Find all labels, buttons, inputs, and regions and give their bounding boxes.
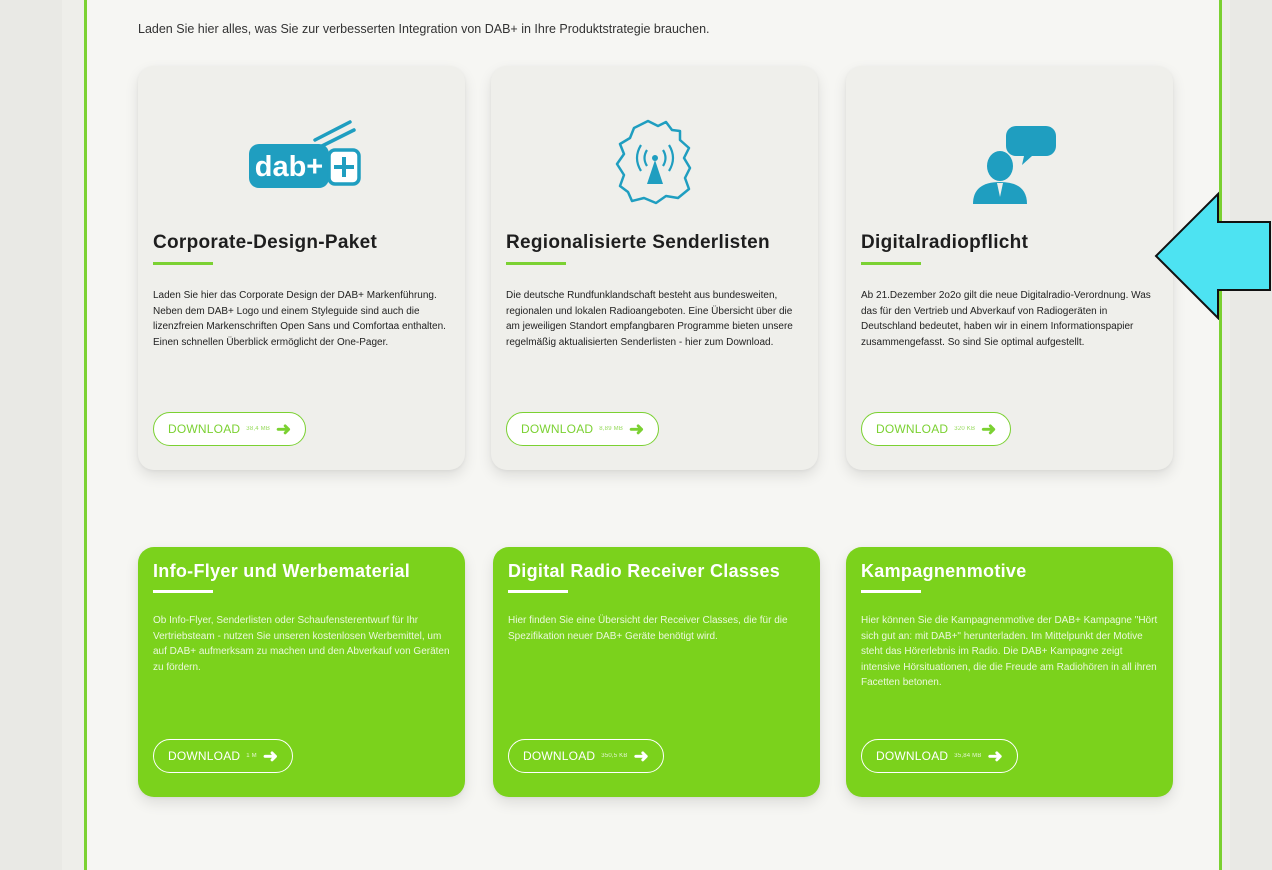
card-corporate-design: dab+ Corporate-Design-Paket Laden Sie hi… <box>138 66 465 470</box>
arrow-right-icon: ➜ <box>262 746 279 766</box>
download-button[interactable]: DOWNLOAD 320 KB ➜ <box>861 412 1012 446</box>
card-description: Hier finden Sie eine Übersicht der Recei… <box>508 615 788 642</box>
card-description: Ob Info-Flyer, Senderlisten oder Schaufe… <box>153 615 450 673</box>
card-title: Digital Radio Receiver Classes <box>508 561 781 581</box>
arrow-right-icon: ➜ <box>981 419 997 439</box>
arrow-right-icon: ➜ <box>276 419 292 439</box>
download-button[interactable]: DOWNLOAD 38,4 MB ➜ <box>153 412 307 446</box>
card-receiver-classes: Digital Radio Receiver Classes Hier find… <box>493 547 820 797</box>
card-description: Hier können Sie die Kampagnenmotive der … <box>861 615 1158 688</box>
download-label: DOWNLOAD <box>523 749 596 763</box>
frame-shade-left <box>62 0 84 870</box>
frame-shade-right <box>1222 0 1230 870</box>
file-size: 38,4 MB <box>246 426 271 432</box>
download-button[interactable]: DOWNLOAD 8,89 MB ➜ <box>506 412 660 446</box>
card-description: Laden Sie hier das Corporate Design der … <box>153 290 446 348</box>
card-senderlisten: Regionalisierte Senderlisten Die deutsch… <box>491 66 818 470</box>
file-size: 8,89 MB <box>599 426 624 432</box>
dab-logo-icon: dab+ <box>138 118 465 202</box>
card-title: Digitalradiopflicht <box>861 232 1029 253</box>
download-label: DOWNLOAD <box>168 422 241 436</box>
card-description: Ab 21.Dezember 2o2o gilt die neue Digita… <box>861 290 1151 348</box>
download-button[interactable]: DOWNLOAD 1 M ➜ <box>153 739 294 773</box>
file-size: 1 M <box>246 753 257 759</box>
germany-map-antenna-icon <box>491 118 818 205</box>
arrow-right-icon: ➜ <box>629 419 645 439</box>
card-digitalradiopflicht: Digitalradiopflicht Ab 21.Dezember 2o2o … <box>846 66 1173 470</box>
card-title: Info-Flyer und Werbematerial <box>153 561 411 581</box>
title-underline <box>508 590 568 593</box>
intro-text: Laden Sie hier alles, was Sie zur verbes… <box>138 22 710 36</box>
title-underline <box>861 262 921 265</box>
page-margin-right <box>1230 0 1272 870</box>
download-button[interactable]: DOWNLOAD 35,84 MB ➜ <box>861 739 1018 773</box>
title-underline <box>506 262 566 265</box>
file-size: 320 KB <box>954 426 976 432</box>
card-title: Kampagnenmotive <box>861 561 1027 581</box>
download-label: DOWNLOAD <box>521 422 594 436</box>
file-size: 35,84 MB <box>954 753 982 759</box>
download-button[interactable]: DOWNLOAD 350,5 KB ➜ <box>508 739 664 773</box>
title-underline <box>153 262 213 265</box>
download-label: DOWNLOAD <box>876 749 949 763</box>
card-info-flyer: Info-Flyer und Werbematerial Ob Info-Fly… <box>138 547 465 797</box>
card-title: Corporate-Design-Paket <box>153 232 378 253</box>
download-label: DOWNLOAD <box>168 749 241 763</box>
download-label: DOWNLOAD <box>876 422 949 436</box>
title-underline <box>153 590 213 593</box>
page-margin-left <box>0 0 62 870</box>
dab-logo-text: dab+ <box>254 151 323 183</box>
pointer-arrow-icon <box>1152 190 1272 325</box>
title-underline <box>861 590 921 593</box>
person-speech-bubble-icon <box>846 118 1173 204</box>
card-title: Regionalisierte Senderlisten <box>506 232 770 253</box>
card-kampagnenmotive: Kampagnenmotive Hier können Sie die Kamp… <box>846 547 1173 797</box>
card-description: Die deutsche Rundfunklandschaft besteht … <box>506 290 793 348</box>
arrow-right-icon: ➜ <box>987 746 1003 766</box>
file-size: 350,5 KB <box>601 753 628 759</box>
arrow-right-icon: ➜ <box>633 746 649 766</box>
